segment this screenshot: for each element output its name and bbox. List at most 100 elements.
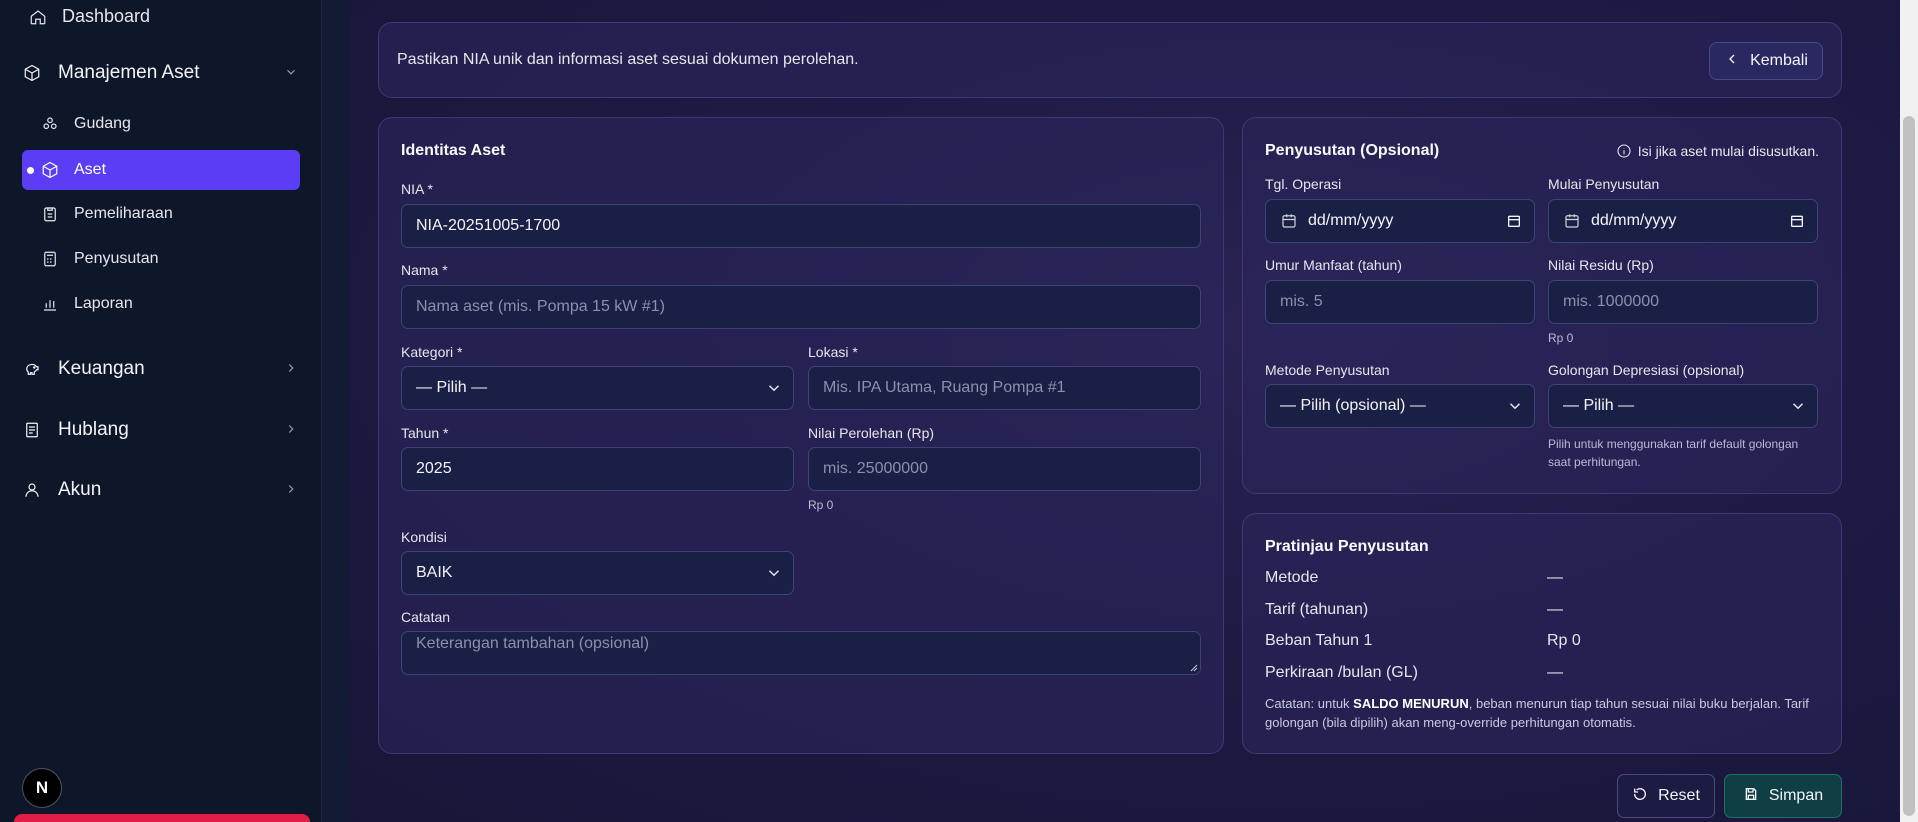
card-title: Identitas Aset: [401, 142, 506, 159]
metode-penyusutan-label: Metode Penyusutan: [1265, 362, 1390, 378]
calculator-icon: [40, 249, 60, 269]
nia-field[interactable]: NIA-20251005-1700: [401, 204, 1201, 248]
tahun-field[interactable]: 2025: [401, 447, 794, 491]
sidebar: Dashboard Manajemen Aset Gudang Aset Pem…: [0, 0, 322, 822]
chevron-left-icon: [1724, 51, 1740, 72]
chevron-down-icon: [1506, 397, 1524, 415]
preview-key: Metode: [1265, 569, 1319, 586]
sidebar-item-label: Dashboard: [62, 6, 151, 26]
box-icon: [22, 63, 42, 83]
calendar-picker-icon[interactable]: [1506, 213, 1522, 229]
catatan-placeholder: Keterangan tambahan (opsional): [416, 635, 650, 652]
back-button[interactable]: Kembali: [1709, 42, 1823, 80]
note-prefix: Catatan: untuk: [1265, 696, 1354, 711]
clipboard-icon: [40, 204, 60, 224]
nia-label: NIA *: [401, 181, 433, 197]
mulai-penyusutan-input[interactable]: dd/mm/yyyy: [1548, 199, 1818, 243]
preview-value: —: [1547, 664, 1563, 681]
sidebar-group-keuangan[interactable]: Keuangan: [22, 358, 298, 380]
sidebar-item-gudang[interactable]: Gudang: [22, 104, 300, 144]
sidebar-group-label: Hublang: [58, 419, 129, 440]
bar-chart-icon: [40, 294, 60, 314]
sidebar-item-laporan[interactable]: Laporan: [22, 284, 300, 324]
chevron-down-icon: [1789, 397, 1807, 415]
card-title: Penyusutan (Opsional): [1265, 142, 1440, 159]
umur-manfaat-field[interactable]: mis. 5: [1265, 280, 1535, 324]
nilai-residu-field[interactable]: mis. 1000000: [1548, 280, 1818, 324]
sidebar-group-manajemen-aset[interactable]: Manajemen Aset: [22, 62, 298, 84]
reset-label: Reset: [1658, 787, 1700, 804]
sidebar-group-label: Manajemen Aset: [58, 62, 200, 83]
catatan-label: Catatan: [401, 609, 451, 625]
scrollbar-thumb[interactable]: [1903, 116, 1915, 816]
kategori-label: Kategori *: [401, 344, 463, 360]
nilai-perolehan-field[interactable]: mis. 25000000: [808, 447, 1201, 491]
sidebar-item-dashboard[interactable]: Dashboard: [28, 6, 150, 27]
sidebar-group-akun[interactable]: Akun: [22, 479, 298, 501]
calendar-picker-icon[interactable]: [1789, 213, 1805, 229]
umur-manfaat-label: Umur Manfaat (tahun): [1265, 257, 1402, 273]
preview-key: Tarif (tahunan): [1265, 601, 1369, 618]
sidebar-group-hublang[interactable]: Hublang: [22, 419, 298, 441]
sidebar-group-label: Akun: [58, 479, 102, 500]
lokasi-label: Lokasi *: [808, 344, 858, 360]
sidebar-item-pemeliharaan[interactable]: Pemeliharaan: [22, 194, 300, 234]
reset-button[interactable]: Reset: [1617, 774, 1715, 818]
info-banner: Pastikan NIA unik dan informasi aset ses…: [378, 22, 1842, 98]
nilai-perolehan-label: Nilai Perolehan (Rp): [808, 425, 935, 441]
active-indicator: [27, 167, 34, 174]
preview-value: Rp 0: [1547, 632, 1581, 649]
sidebar-item-label: Aset: [74, 161, 107, 178]
tgl-operasi-input[interactable]: dd/mm/yyyy: [1265, 199, 1535, 243]
logout-button[interactable]: [14, 814, 310, 822]
banner-message: Pastikan NIA unik dan informasi aset ses…: [397, 51, 859, 68]
date-value: dd/mm/yyyy: [1308, 212, 1394, 229]
boxes-icon: [40, 114, 60, 134]
kondisi-select[interactable]: BAIK: [401, 551, 794, 595]
save-label: Simpan: [1768, 787, 1824, 804]
kondisi-value: BAIK: [416, 564, 453, 581]
catatan-textarea[interactable]: Keterangan tambahan (opsional): [401, 631, 1201, 675]
box-icon: [40, 160, 60, 180]
preview-value: —: [1547, 601, 1563, 618]
penyusutan-card: Penyusutan (Opsional) Isi jika aset mula…: [1242, 117, 1842, 494]
nama-label: Nama *: [401, 262, 448, 278]
avatar[interactable]: N: [22, 768, 62, 808]
sidebar-group-label: Keuangan: [58, 358, 145, 379]
sidebar-item-label: Laporan: [74, 295, 133, 312]
metode-penyusutan-select[interactable]: — Pilih (opsional) —: [1265, 384, 1535, 428]
sidebar-item-label: Penyusutan: [74, 250, 159, 267]
rotate-ccw-icon: [1632, 786, 1648, 807]
nilai-residu-hint: Rp 0: [1548, 331, 1574, 345]
preview-value: —: [1547, 569, 1563, 586]
kondisi-label: Kondisi: [401, 529, 447, 545]
note-text: Isi jika aset mulai disusutkan.: [1637, 143, 1819, 159]
penyusutan-note: Isi jika aset mulai disusutkan.: [1616, 143, 1819, 159]
chevron-down-icon: [765, 564, 783, 582]
mulai-penyusutan-label: Mulai Penyusutan: [1548, 176, 1660, 192]
user-icon: [22, 480, 42, 500]
calendar-icon: [1280, 212, 1298, 230]
resize-handle-icon[interactable]: [1188, 662, 1198, 672]
identitas-aset-card: Identitas Aset NIA * NIA-20251005-1700 N…: [378, 117, 1224, 754]
preview-key: Beban Tahun 1: [1265, 632, 1373, 649]
chevron-right-icon: [284, 422, 298, 439]
preview-note: Catatan: untuk SALDO MENURUN, beban menu…: [1265, 694, 1825, 732]
kategori-value: — Pilih —: [416, 379, 488, 396]
golongan-hint: Pilih untuk menggunakan tarif default go…: [1548, 437, 1799, 469]
sidebar-item-aset[interactable]: Aset: [22, 150, 300, 190]
date-value: dd/mm/yyyy: [1591, 212, 1677, 229]
sidebar-item-penyusutan[interactable]: Penyusutan: [22, 239, 300, 279]
chevron-down-icon: [765, 379, 783, 397]
nama-field[interactable]: Nama aset (mis. Pompa 15 kW #1): [401, 285, 1201, 329]
metode-value: — Pilih (opsional) —: [1280, 397, 1426, 414]
chevron-down-icon: [284, 65, 298, 82]
kategori-select[interactable]: — Pilih —: [401, 366, 794, 410]
preview-key: Perkiraan /bulan (GL): [1265, 664, 1418, 681]
document-icon: [22, 420, 42, 440]
save-button[interactable]: Simpan: [1724, 774, 1842, 818]
lokasi-field[interactable]: Mis. IPA Utama, Ruang Pompa #1: [808, 366, 1201, 410]
home-icon: [28, 7, 48, 27]
golongan-depresiasi-select[interactable]: — Pilih —: [1548, 384, 1818, 428]
card-title: Pratinjau Penyusutan: [1265, 538, 1429, 555]
